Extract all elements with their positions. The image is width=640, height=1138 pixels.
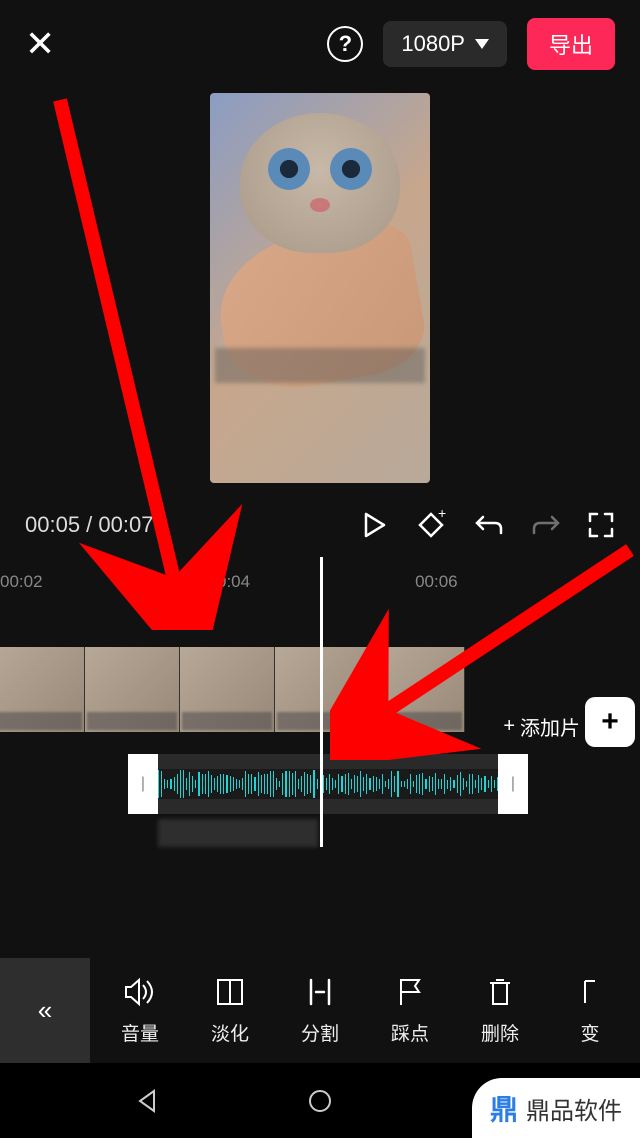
audio-trim-right[interactable]: | bbox=[498, 754, 528, 814]
add-clip-button[interactable]: + bbox=[585, 697, 635, 747]
trash-icon bbox=[487, 975, 513, 1009]
undo-button[interactable] bbox=[473, 511, 505, 539]
back-button[interactable]: « bbox=[0, 958, 90, 1063]
help-button[interactable]: ? bbox=[327, 26, 363, 62]
export-button[interactable]: 导出 bbox=[527, 18, 615, 70]
tool-volume[interactable]: 音量 bbox=[95, 975, 185, 1046]
more-icon bbox=[581, 975, 599, 1009]
play-button[interactable] bbox=[359, 510, 389, 540]
svg-text:+: + bbox=[438, 508, 446, 521]
tool-split[interactable]: 分割 bbox=[275, 975, 365, 1046]
flag-icon bbox=[397, 975, 423, 1009]
tool-beat[interactable]: 踩点 bbox=[365, 975, 455, 1046]
audio-track[interactable]: | | bbox=[128, 754, 528, 814]
add-clip-label: + 添加片 bbox=[503, 712, 580, 741]
watermark: 鼎 鼎品软件 bbox=[472, 1078, 640, 1138]
video-preview[interactable] bbox=[0, 88, 640, 493]
nav-home-icon[interactable] bbox=[307, 1088, 333, 1114]
chevron-down-icon bbox=[475, 39, 489, 49]
nav-back-icon[interactable] bbox=[134, 1088, 160, 1114]
fullscreen-button[interactable] bbox=[587, 511, 615, 539]
keyframe-button[interactable]: + bbox=[414, 508, 448, 542]
timeline[interactable]: 00:02 00:04 00:06 + 添加片 + | | bbox=[0, 557, 640, 897]
tool-delete[interactable]: 删除 bbox=[455, 975, 545, 1046]
split-icon bbox=[305, 975, 335, 1009]
redo-button[interactable] bbox=[530, 511, 562, 539]
volume-icon bbox=[123, 975, 157, 1009]
tool-fade[interactable]: 淡化 bbox=[185, 975, 275, 1046]
audio-trim-left[interactable]: | bbox=[128, 754, 158, 814]
playhead[interactable] bbox=[320, 557, 323, 847]
watermark-icon: 鼎 bbox=[490, 1088, 518, 1128]
resolution-value: 1080P bbox=[401, 31, 465, 57]
close-button[interactable]: ✕ bbox=[25, 23, 55, 65]
resolution-dropdown[interactable]: 1080P bbox=[383, 21, 507, 67]
time-display: 00:05 / 00:07 bbox=[25, 512, 334, 538]
waveform[interactable] bbox=[158, 769, 498, 799]
tool-more[interactable]: 变 bbox=[545, 975, 635, 1046]
fade-icon bbox=[215, 975, 245, 1009]
